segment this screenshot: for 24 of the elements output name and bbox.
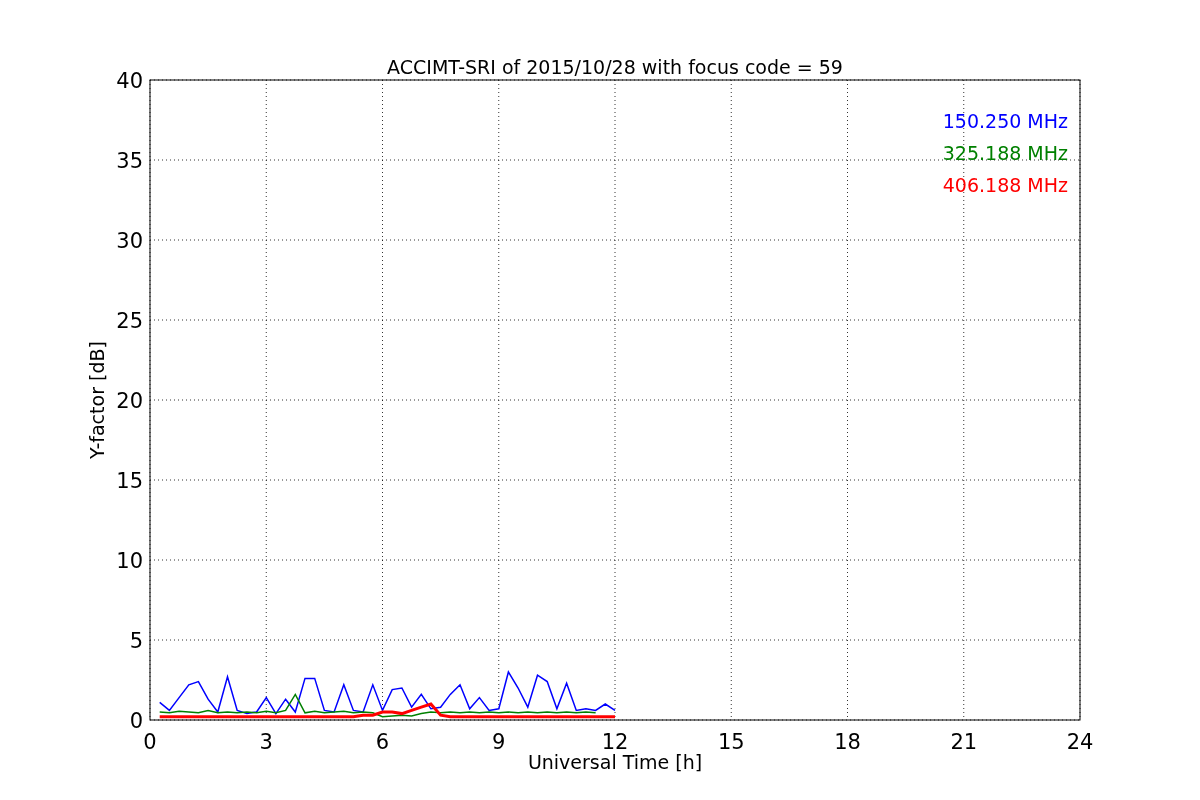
x-tick-label: 0 [143, 730, 157, 754]
y-tick-label: 20 [116, 389, 143, 413]
x-axis-label: Universal Time [h] [527, 751, 703, 773]
y-tick-label: 35 [116, 149, 143, 173]
y-tick-label: 25 [116, 309, 143, 333]
y-tick-label: 30 [116, 229, 143, 253]
x-tick-label: 24 [1066, 730, 1094, 754]
legend-label: 406.188 MHz [942, 174, 1068, 196]
y-axis-label: Y-factor [dB] [86, 341, 108, 459]
x-tick-label: 9 [492, 730, 506, 754]
y-tick-label: 10 [116, 549, 143, 573]
y-tick-label: 0 [129, 709, 143, 733]
x-tick-label: 3 [259, 730, 273, 754]
legend-label: 150.250 MHz [942, 110, 1068, 132]
x-tick-label: 18 [834, 730, 861, 754]
legend-label: 325.188 MHz [942, 142, 1068, 164]
y-tick-label: 40 [116, 69, 143, 93]
x-tick-label: 21 [950, 730, 978, 754]
x-tick-label: 6 [375, 730, 390, 754]
x-tick-label: 15 [717, 730, 745, 754]
x-tick-label: 12 [601, 730, 629, 754]
y-tick-label: 5 [129, 629, 143, 653]
y-tick-label: 15 [116, 469, 143, 493]
chart-title: ACCIMT-SRI of 2015/10/28 with focus code = 59 [387, 56, 843, 78]
